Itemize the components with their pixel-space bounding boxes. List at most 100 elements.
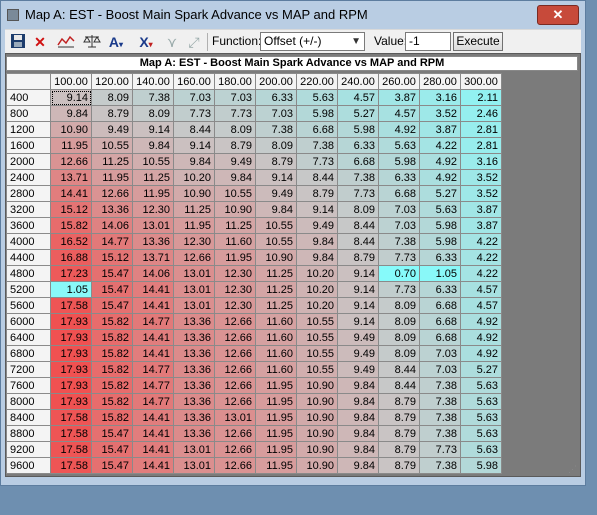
map-cell[interactable]: 10.90	[50, 121, 92, 138]
map-cell[interactable]: 9.14	[337, 281, 379, 298]
column-header[interactable]: 100.00	[50, 73, 92, 90]
map-cell[interactable]: 8.79	[337, 249, 379, 266]
map-cell[interactable]: 9.49	[91, 121, 133, 138]
map-cell[interactable]: 17.93	[50, 345, 92, 362]
map-cell[interactable]: 8.09	[132, 105, 174, 122]
map-cell[interactable]: 4.92	[419, 169, 461, 186]
map-cell[interactable]: 10.90	[296, 409, 338, 426]
map-cell[interactable]: 9.14	[337, 265, 379, 282]
map-cell[interactable]: 14.41	[132, 329, 174, 346]
map-cell[interactable]: 13.71	[132, 249, 174, 266]
map-cell[interactable]: 10.90	[296, 457, 338, 474]
map-cell[interactable]: 15.82	[50, 217, 92, 234]
map-cell[interactable]: 11.95	[255, 393, 297, 410]
map-cell[interactable]: 10.20	[173, 169, 215, 186]
map-cell[interactable]: 8.79	[255, 153, 297, 170]
column-header[interactable]: 280.00	[419, 73, 461, 90]
map-cell[interactable]: 8.44	[173, 121, 215, 138]
map-cell[interactable]: 9.84	[296, 249, 338, 266]
row-header[interactable]: 4800	[6, 265, 51, 282]
map-cell[interactable]: 17.93	[50, 377, 92, 394]
map-cell[interactable]: 9.84	[337, 457, 379, 474]
map-cell[interactable]: 11.60	[255, 313, 297, 330]
map-cell[interactable]: 14.41	[50, 185, 92, 202]
map-cell[interactable]: 17.23	[50, 265, 92, 282]
map-cell[interactable]: 4.92	[460, 313, 502, 330]
row-header[interactable]: 2000	[6, 153, 51, 170]
map-cell[interactable]: 10.55	[296, 345, 338, 362]
map-cell[interactable]: 14.77	[132, 313, 174, 330]
close-button[interactable]: ✕	[537, 5, 579, 25]
map-cell[interactable]: 9.84	[132, 137, 174, 154]
map-cell[interactable]: 10.90	[296, 393, 338, 410]
map-cell[interactable]: 8.79	[214, 137, 256, 154]
map-cell[interactable]: 12.66	[214, 457, 256, 474]
map-cell[interactable]: 11.25	[255, 265, 297, 282]
column-header[interactable]: 220.00	[296, 73, 338, 90]
map-cell[interactable]: 9.14	[255, 169, 297, 186]
map-cell[interactable]: 2.81	[460, 121, 502, 138]
row-header[interactable]: 7600	[6, 377, 51, 394]
map-cell[interactable]: 8.79	[378, 393, 420, 410]
map-cell[interactable]: 10.55	[132, 153, 174, 170]
map-cell[interactable]: 10.90	[296, 425, 338, 442]
title-bar[interactable]: Map A: EST - Boost Main Spark Advance vs…	[1, 1, 585, 29]
map-cell[interactable]: 4.22	[460, 265, 502, 282]
map-cell[interactable]: 11.95	[214, 249, 256, 266]
map-cell[interactable]: 9.84	[337, 409, 379, 426]
map-cell[interactable]: 14.41	[132, 297, 174, 314]
resize-grip-icon[interactable]: ⋰	[568, 464, 578, 474]
map-cell[interactable]: 13.36	[91, 201, 133, 218]
map-cell[interactable]: 10.55	[255, 217, 297, 234]
row-header[interactable]: 8400	[6, 409, 51, 426]
map-cell[interactable]: 7.73	[337, 185, 379, 202]
map-cell[interactable]: 10.55	[255, 233, 297, 250]
map-cell[interactable]: 9.84	[337, 441, 379, 458]
map-cell[interactable]: 8.44	[378, 361, 420, 378]
map-cell[interactable]: 9.84	[50, 105, 92, 122]
map-cell[interactable]: 10.55	[296, 313, 338, 330]
map-cell[interactable]: 10.55	[296, 361, 338, 378]
map-cell[interactable]: 10.20	[296, 297, 338, 314]
map-cell[interactable]: 12.66	[214, 441, 256, 458]
column-header[interactable]: 180.00	[214, 73, 256, 90]
map-cell[interactable]: 10.90	[296, 377, 338, 394]
map-cell[interactable]: 12.66	[214, 345, 256, 362]
map-cell[interactable]: 6.68	[378, 185, 420, 202]
save-icon[interactable]	[9, 33, 27, 51]
map-cell[interactable]: 11.25	[91, 153, 133, 170]
map-cell[interactable]: 9.84	[337, 425, 379, 442]
map-cell[interactable]: 8.79	[378, 457, 420, 474]
map-cell[interactable]: 15.82	[91, 377, 133, 394]
map-cell[interactable]: 7.38	[419, 425, 461, 442]
map-cell[interactable]: 17.58	[50, 441, 92, 458]
map-cell[interactable]: 8.79	[378, 409, 420, 426]
map-cell[interactable]: 12.66	[214, 377, 256, 394]
map-cell[interactable]: 8.09	[378, 329, 420, 346]
map-cell[interactable]: 7.38	[132, 89, 174, 106]
map-cell[interactable]: 4.92	[460, 329, 502, 346]
map-cell[interactable]: 11.60	[255, 345, 297, 362]
map-cell[interactable]: 6.68	[296, 121, 338, 138]
map-cell[interactable]: 3.87	[419, 121, 461, 138]
row-header[interactable]: 5600	[6, 297, 51, 314]
map-cell[interactable]: 11.25	[255, 281, 297, 298]
delete-icon[interactable]: ✕	[31, 33, 49, 51]
map-cell[interactable]: 12.66	[173, 249, 215, 266]
map-cell[interactable]: 9.14	[337, 313, 379, 330]
map-cell[interactable]: 11.60	[255, 329, 297, 346]
map-cell[interactable]: 15.82	[91, 409, 133, 426]
map-cell[interactable]: 11.95	[255, 377, 297, 394]
map-cell[interactable]: 12.66	[214, 393, 256, 410]
row-header[interactable]: 9200	[6, 441, 51, 458]
column-header[interactable]: 240.00	[337, 73, 379, 90]
map-cell[interactable]: 11.95	[173, 217, 215, 234]
row-header[interactable]: 9600	[6, 457, 51, 474]
map-cell[interactable]: 17.93	[50, 329, 92, 346]
map-cell[interactable]: 14.41	[132, 457, 174, 474]
map-cell[interactable]: 7.38	[255, 121, 297, 138]
map-cell[interactable]: 9.49	[337, 361, 379, 378]
map-cell[interactable]: 7.73	[378, 249, 420, 266]
map-cell[interactable]: 7.73	[214, 105, 256, 122]
column-header[interactable]: 160.00	[173, 73, 215, 90]
